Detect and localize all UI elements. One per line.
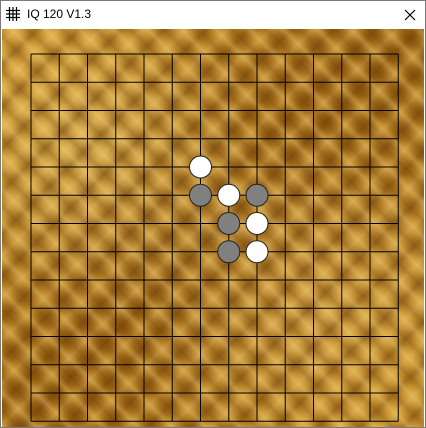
board-grid: [30, 53, 399, 422]
title-bar[interactable]: IQ 120 V1.3: [1, 1, 425, 28]
close-icon: [404, 9, 416, 20]
window-title: IQ 120 V1.3: [27, 7, 92, 21]
gray-stone: [217, 240, 241, 264]
grid-icon: [6, 7, 20, 21]
game-board[interactable]: [2, 29, 424, 427]
gray-stone: [217, 212, 241, 235]
white-stone: [245, 212, 269, 235]
app-window: IQ 120 V1.3: [0, 0, 426, 428]
white-stone: [217, 183, 241, 207]
white-stone: [245, 240, 269, 264]
gray-stone: [245, 183, 269, 207]
close-button[interactable]: [395, 1, 425, 28]
gray-stone: [189, 183, 212, 207]
game-board-area[interactable]: [2, 29, 424, 427]
white-stone: [189, 155, 212, 179]
